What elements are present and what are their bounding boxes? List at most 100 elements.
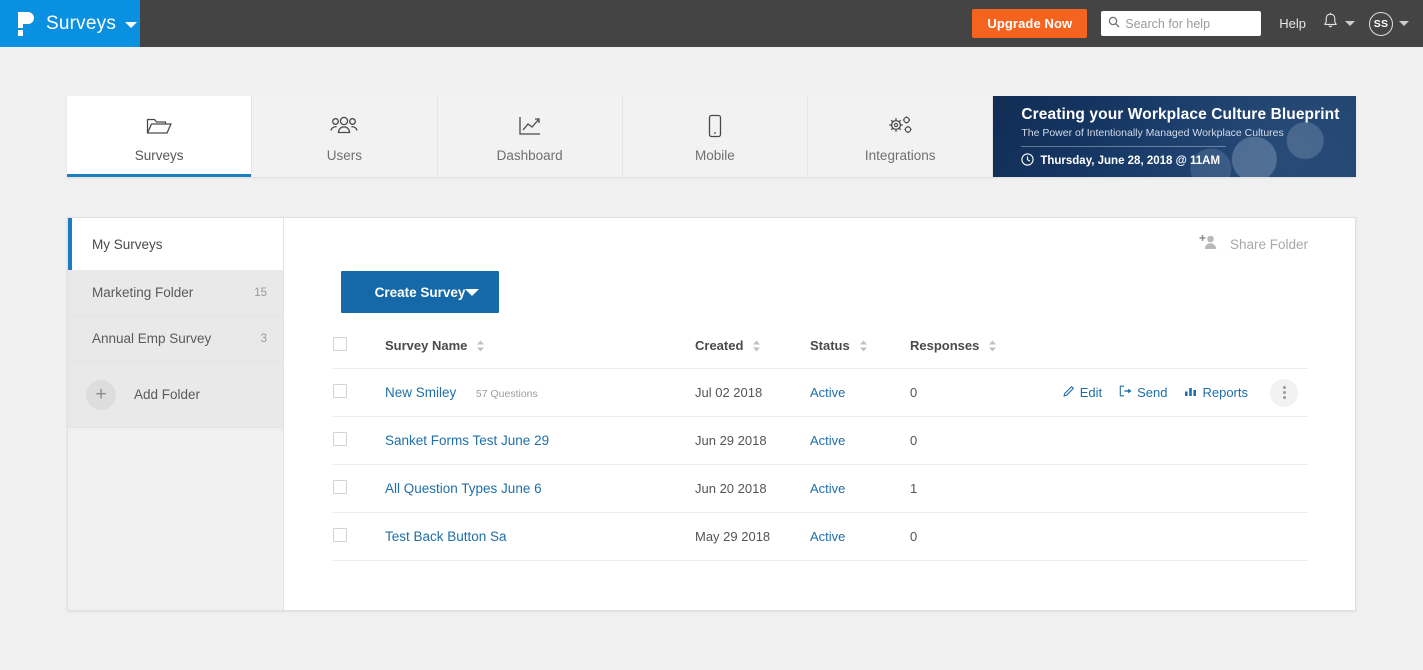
select-all-header xyxy=(333,337,385,369)
folder-name: My Surveys xyxy=(92,236,163,252)
sort-icon[interactable] xyxy=(988,340,997,352)
folder-icon xyxy=(146,111,172,141)
status-cell: Active xyxy=(810,465,910,513)
users-icon xyxy=(330,111,359,141)
search-input[interactable] xyxy=(1125,16,1255,31)
edit-action-button[interactable]: Edit xyxy=(1063,385,1102,400)
row-checkbox[interactable] xyxy=(333,480,347,494)
row-actions-cell xyxy=(1020,513,1308,561)
column-header-status[interactable]: Status xyxy=(810,337,910,369)
status-badge[interactable]: Active xyxy=(810,481,845,496)
folder-count: 3 xyxy=(260,332,267,345)
promo-banner-date: Thursday, June 28, 2018 @ 11AM xyxy=(1040,155,1221,168)
upgrade-now-button[interactable]: Upgrade Now xyxy=(972,9,1088,38)
gears-icon xyxy=(886,111,914,141)
survey-name-cell: Sanket Forms Test June 29 xyxy=(385,417,695,465)
row-more-options-button[interactable] xyxy=(1270,378,1298,407)
reports-action-button[interactable]: Reports xyxy=(1184,385,1248,400)
promo-banner-date-row: Thursday, June 28, 2018 @ 11AM xyxy=(1021,153,1342,169)
share-folder-row: Share Folder xyxy=(308,218,1331,270)
sort-icon[interactable] xyxy=(752,340,761,352)
created-cell: Jun 20 2018 xyxy=(695,481,767,496)
status-badge[interactable]: Active xyxy=(810,385,845,400)
promo-banner[interactable]: Creating your Workplace Culture Blueprin… xyxy=(993,96,1356,177)
surveys-content-card: My Surveys Marketing Folder 15 Annual Em… xyxy=(67,217,1356,611)
responses-count: 0 xyxy=(910,529,918,544)
question-count: 57 Questions xyxy=(475,388,538,400)
status-badge[interactable]: Active xyxy=(810,529,845,544)
row-checkbox[interactable] xyxy=(333,384,347,398)
notifications-chevron-down-icon[interactable] xyxy=(1345,21,1355,26)
status-cell: Active xyxy=(810,417,910,465)
account-menu-button[interactable]: SS xyxy=(1369,11,1409,36)
survey-name-link[interactable]: Sanket Forms Test June 29 xyxy=(385,433,549,448)
survey-name-cell: New Smiley 57 Questions xyxy=(385,369,695,417)
kebab-dot xyxy=(1282,391,1286,394)
row-actions-cell xyxy=(1020,465,1308,513)
row-actions: Edit Send Reports xyxy=(1020,378,1308,407)
responses-cell: 0 xyxy=(910,369,1020,417)
send-action-button[interactable]: Send xyxy=(1119,385,1167,400)
status-cell: Active xyxy=(810,513,910,561)
sidebar-item-my-surveys[interactable]: My Surveys xyxy=(68,218,283,270)
clock-icon xyxy=(1021,153,1040,169)
send-arrow-icon xyxy=(1119,385,1137,400)
tab-label: Integrations xyxy=(864,147,936,163)
survey-name-link[interactable]: New Smiley xyxy=(385,385,456,400)
add-folder-button[interactable]: + Add Folder xyxy=(68,362,283,428)
survey-name-link[interactable]: Test Back Button Sa xyxy=(385,529,507,544)
column-header-survey-name[interactable]: Survey Name xyxy=(385,337,695,369)
tab-surveys[interactable]: Surveys xyxy=(67,96,253,177)
surveys-table: Survey Name Created Status Responses New… xyxy=(333,337,1308,561)
promo-banner-divider xyxy=(1021,146,1227,148)
sort-icon[interactable] xyxy=(859,340,868,352)
help-search-box[interactable] xyxy=(1101,11,1262,36)
table-row[interactable]: All Question Types June 6 Jun 20 2018 Ac… xyxy=(333,464,1308,513)
create-survey-button[interactable]: Create Survey xyxy=(341,271,499,313)
tab-dashboard[interactable]: Dashboard xyxy=(437,96,623,177)
share-folder-button[interactable]: Share Folder xyxy=(1198,234,1308,255)
notifications-button[interactable] xyxy=(1322,12,1355,35)
responses-cell: 1 xyxy=(910,465,1020,513)
row-checkbox[interactable] xyxy=(333,528,347,542)
sidebar-item-marketing-folder[interactable]: Marketing Folder 15 xyxy=(68,270,283,316)
row-select-cell xyxy=(333,369,385,417)
kebab-dot xyxy=(1282,396,1286,400)
column-header-responses[interactable]: Responses xyxy=(910,337,1020,369)
row-actions-cell xyxy=(1020,417,1308,465)
sidebar-item-annual-emp-survey[interactable]: Annual Emp Survey 3 xyxy=(68,316,283,362)
account-chevron-down-icon[interactable] xyxy=(1399,21,1409,26)
select-all-checkbox[interactable] xyxy=(333,337,347,351)
create-survey-label: Create Survey xyxy=(374,284,466,300)
table-row[interactable]: Test Back Button Sa May 29 2018 Active 0 xyxy=(333,512,1308,561)
add-folder-label: Add Folder xyxy=(134,387,201,402)
create-survey-chevron-down-icon[interactable] xyxy=(465,289,479,296)
column-header-actions xyxy=(1020,337,1308,369)
help-link[interactable]: Help xyxy=(1279,16,1306,31)
tab-users[interactable]: Users xyxy=(252,96,438,177)
surveys-table-body: New Smiley 57 Questions Jul 02 2018 Acti… xyxy=(333,368,1308,561)
chart-line-icon xyxy=(518,111,542,141)
surveys-table-header: Survey Name Created Status Responses xyxy=(333,337,1308,369)
row-actions-cell: Edit Send Reports xyxy=(1020,369,1308,417)
table-row[interactable]: New Smiley 57 Questions Jul 02 2018 Acti… xyxy=(333,368,1308,417)
pencil-icon xyxy=(1063,385,1080,400)
responses-count: 0 xyxy=(910,433,918,448)
column-header-created[interactable]: Created xyxy=(695,337,810,369)
send-action-label: Send xyxy=(1137,385,1168,400)
status-badge[interactable]: Active xyxy=(810,433,845,448)
top-bar-right-group: Upgrade Now Help SS xyxy=(972,9,1423,38)
responses-cell: 0 xyxy=(910,513,1020,561)
row-checkbox[interactable] xyxy=(333,432,347,446)
brand-title: Surveys xyxy=(46,12,117,34)
brand-area[interactable]: Surveys xyxy=(0,0,140,47)
search-icon xyxy=(1108,15,1120,33)
created-cell: Jul 02 2018 xyxy=(695,385,763,400)
tab-mobile[interactable]: Mobile xyxy=(622,96,809,177)
tab-integrations[interactable]: Integrations xyxy=(808,96,994,177)
table-row[interactable]: Sanket Forms Test June 29 Jun 29 2018 Ac… xyxy=(333,416,1308,465)
brand-chevron-down-icon[interactable] xyxy=(125,22,138,28)
row-select-cell xyxy=(333,417,385,465)
survey-name-link[interactable]: All Question Types June 6 xyxy=(385,481,542,496)
sort-icon[interactable] xyxy=(476,340,485,352)
